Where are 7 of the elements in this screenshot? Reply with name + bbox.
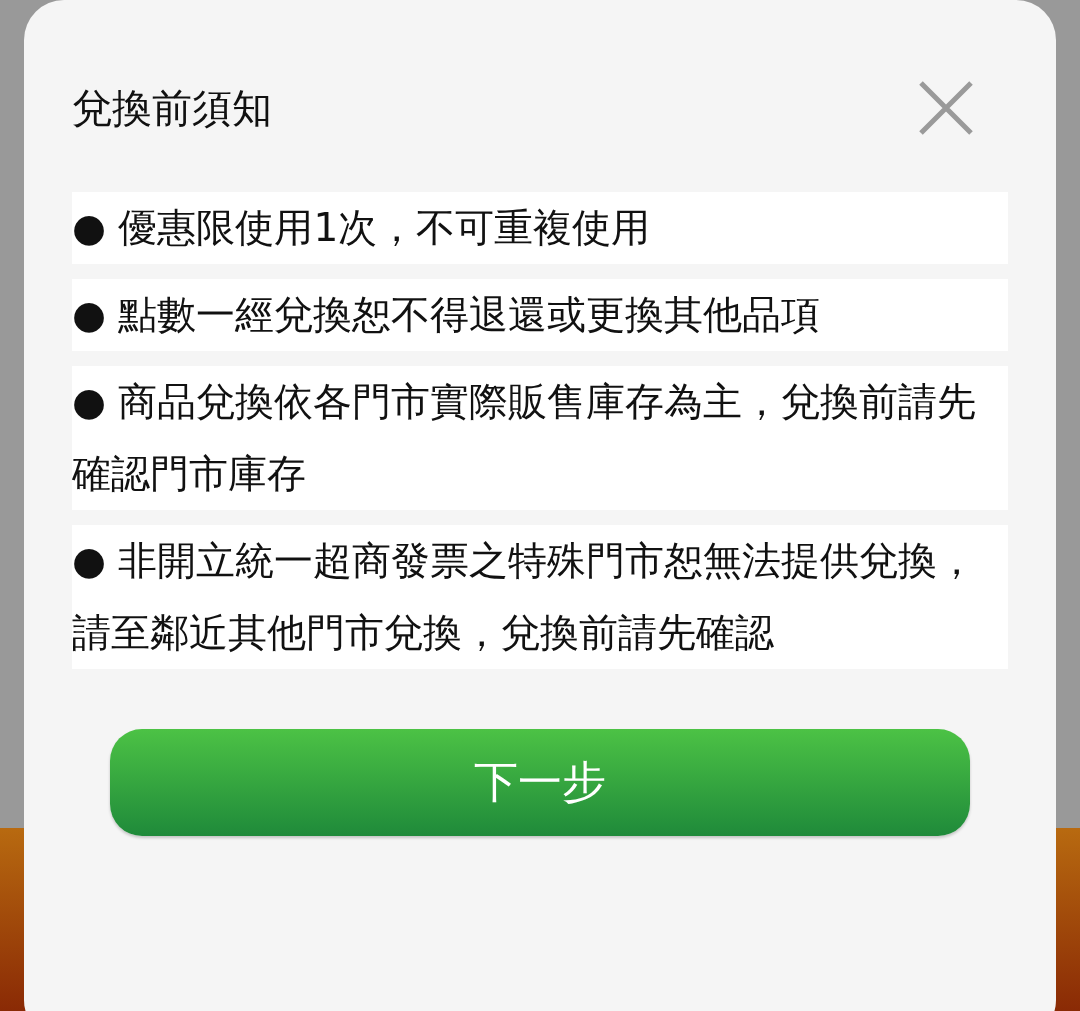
next-button[interactable]: 下一步 [110, 729, 970, 836]
notice-item: ● 點數一經兌換恕不得退還或更換其他品項 [72, 279, 1008, 351]
notice-item: ● 非開立統一超商發票之特殊門市恕無法提供兌換，請至鄰近其他門市兌換，兌換前請先確認 [72, 525, 1008, 669]
notice-item: ● 優惠限使用1次，不可重複使用 [72, 192, 1008, 264]
notice-item: ● 商品兌換依各門市實際販售庫存為主，兌換前請先確認門市庫存 [72, 366, 1008, 510]
dialog-title: 兌換前須知 [72, 83, 272, 133]
close-icon[interactable] [918, 80, 974, 136]
